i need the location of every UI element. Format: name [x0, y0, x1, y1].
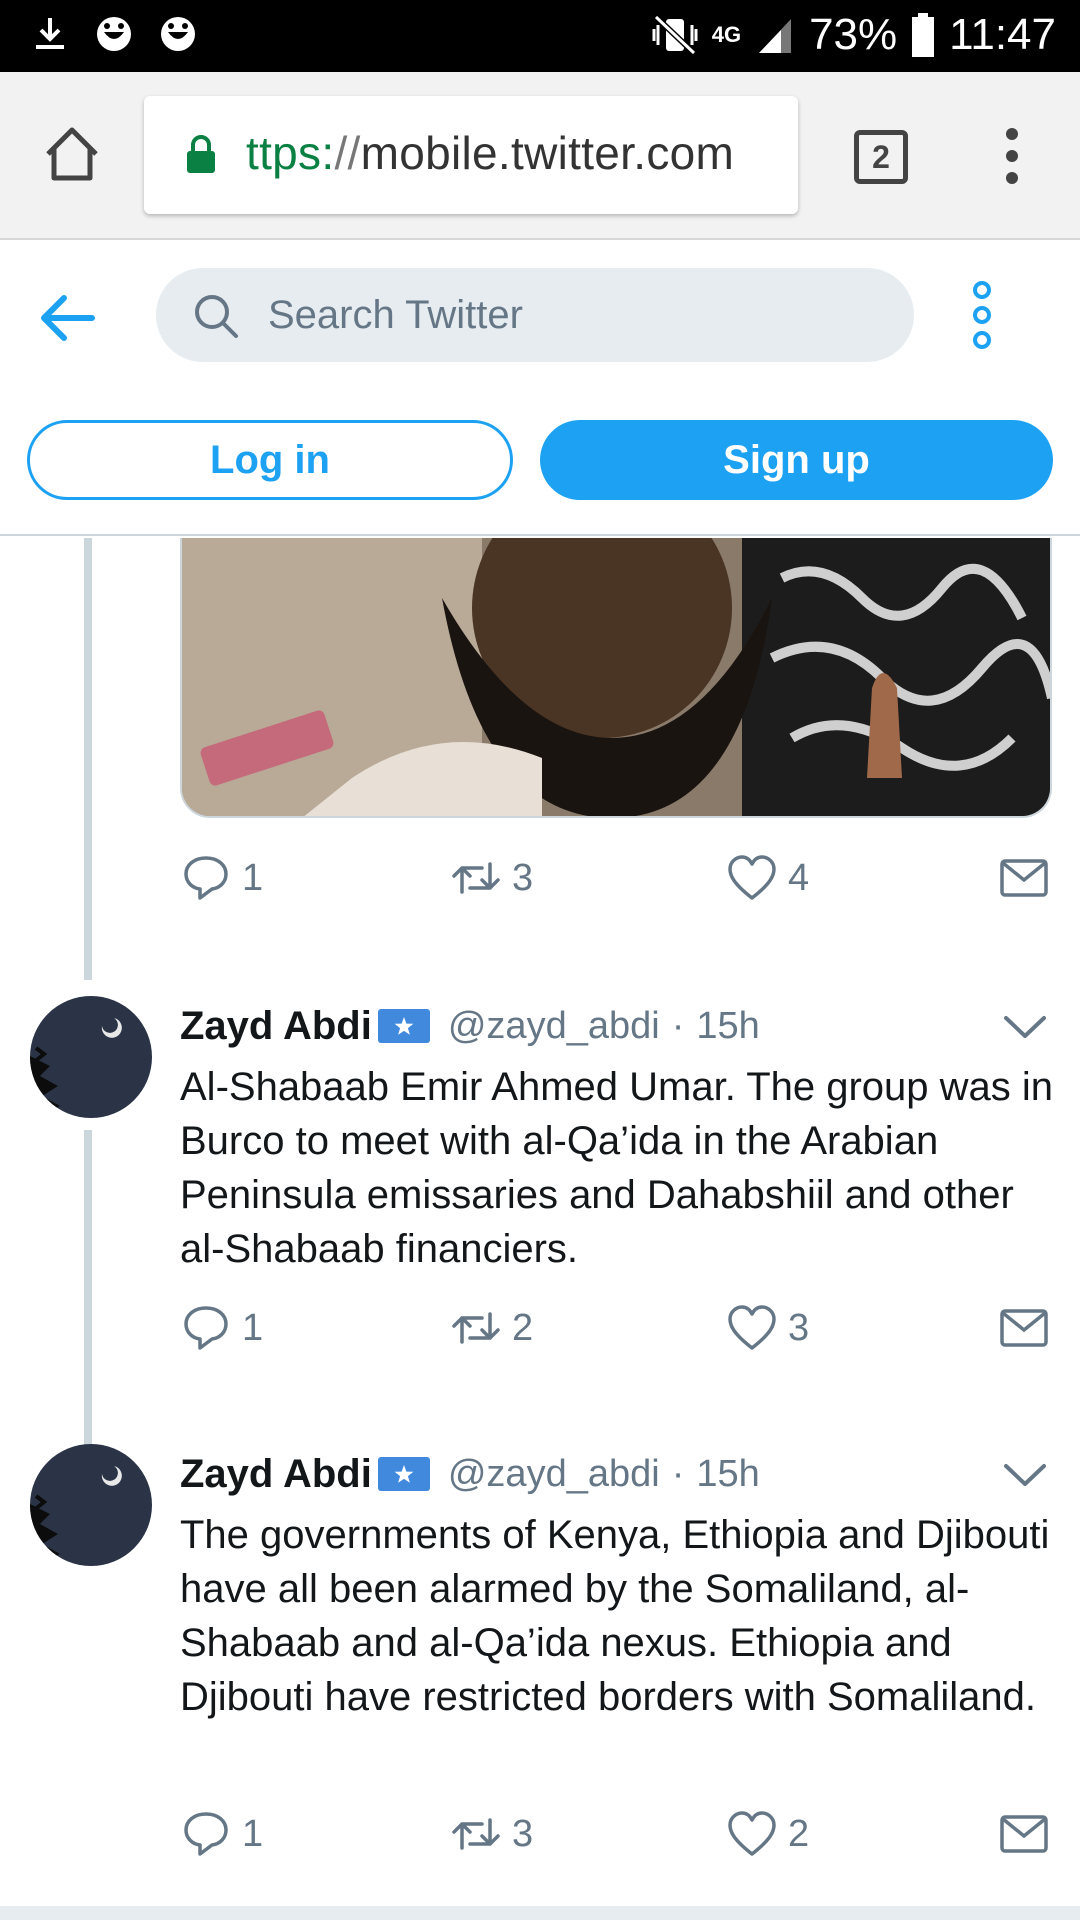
avatar[interactable]	[30, 996, 152, 1118]
tweet-header: Zayd Abdi @zayd_abdi · 15h	[180, 996, 760, 1056]
somalia-flag-icon	[377, 1457, 430, 1491]
tweet-media-image[interactable]	[180, 538, 1052, 818]
retweet-icon	[452, 1818, 500, 1850]
url-host: mobile.twitter.com	[360, 127, 735, 179]
timeline: 1 3 4 Zayd Abdi @zayd_abdi · 15h Al-Shab…	[0, 538, 1080, 1920]
envelope-icon	[1000, 859, 1048, 897]
reply-count: 1	[242, 1812, 264, 1855]
reply-icon	[184, 1812, 228, 1856]
chevron-down-icon[interactable]	[1000, 1010, 1050, 1044]
envelope-icon	[1000, 1815, 1048, 1853]
separator-dot: ·	[671, 1452, 685, 1495]
separator-dot: ·	[671, 1004, 685, 1047]
direct-message-button[interactable]	[998, 1300, 1050, 1356]
reply-count: 1	[242, 1306, 264, 1349]
display-name[interactable]: Zayd Abdi	[180, 1004, 372, 1049]
vibrate-mute-icon	[652, 14, 698, 56]
like-count: 2	[788, 1812, 810, 1855]
status-bar: 4G 73% 11:47	[0, 0, 1080, 72]
tweet-actions: 1 2 3	[180, 1300, 1052, 1356]
search-box[interactable]	[156, 268, 914, 362]
tweet-timestamp[interactable]: 15h	[696, 1453, 759, 1496]
direct-message-button[interactable]	[998, 1806, 1050, 1862]
address-bar[interactable]: ttps://mobile.twitter.com	[144, 96, 798, 214]
signal-icon	[759, 19, 792, 53]
direct-message-button[interactable]	[998, 850, 1050, 906]
lock-icon	[187, 135, 215, 173]
photo-placeholder	[182, 538, 1050, 816]
tweet-actions: 1 3 4	[180, 850, 1052, 906]
retweet-icon	[452, 1312, 500, 1344]
user-handle[interactable]: @zayd_abdi	[448, 1005, 660, 1048]
envelope-icon	[1000, 1309, 1048, 1347]
retweet-count: 3	[512, 856, 534, 899]
retweet-icon	[452, 862, 500, 894]
tweet[interactable]: Zayd Abdi @zayd_abdi · 15h The governmen…	[0, 1444, 1080, 1904]
home-icon[interactable]	[40, 122, 104, 186]
user-handle[interactable]: @zayd_abdi	[448, 1453, 660, 1496]
heart-icon	[728, 1305, 776, 1350]
url-separator: //	[334, 127, 361, 179]
reply-icon	[184, 1306, 228, 1350]
tweet[interactable]: Zayd Abdi @zayd_abdi · 15h Al-Shabaab Em…	[0, 996, 1080, 1396]
tweet-text: The governments of Kenya, Ethiopia and D…	[180, 1513, 1050, 1719]
battery-percent: 73%	[809, 10, 898, 59]
tweet-timestamp[interactable]: 15h	[696, 1005, 759, 1048]
smiley-notification-icon	[97, 17, 131, 51]
reply-button[interactable]: 1	[180, 1806, 263, 1862]
somalia-flag-icon	[377, 1009, 430, 1043]
retweet-count: 3	[512, 1812, 534, 1855]
url-text: ttps://mobile.twitter.com	[246, 126, 734, 180]
thread-connector	[84, 538, 92, 980]
display-name[interactable]: Zayd Abdi	[180, 1452, 372, 1497]
retweet-count: 2	[512, 1306, 534, 1349]
url-scheme: ttps:	[246, 127, 335, 179]
tweet-text: Al-Shabaab Emir Ahmed Umar. The group wa…	[180, 1065, 1054, 1271]
signup-button[interactable]: Sign up	[540, 420, 1053, 500]
avatar-image	[30, 996, 152, 1118]
back-arrow-icon[interactable]	[36, 288, 96, 348]
like-count: 4	[788, 856, 810, 899]
heart-icon	[728, 855, 776, 900]
retweet-button[interactable]: 3	[450, 1806, 533, 1862]
reply-icon	[184, 856, 228, 900]
retweet-button[interactable]: 3	[450, 850, 533, 906]
reply-button[interactable]: 1	[180, 850, 263, 906]
avatar-image	[30, 1444, 152, 1566]
reply-button[interactable]: 1	[180, 1300, 263, 1356]
browser-toolbar: ttps://mobile.twitter.com 2	[0, 72, 1080, 240]
login-button[interactable]: Log in	[27, 420, 513, 500]
timeline-divider	[0, 1906, 1080, 1920]
download-icon	[36, 18, 64, 49]
heart-icon	[728, 1811, 776, 1856]
like-count: 3	[788, 1306, 810, 1349]
tweet-header: Zayd Abdi @zayd_abdi · 15h	[180, 1444, 760, 1504]
battery-icon	[912, 13, 935, 57]
smiley-notification-icon-2	[161, 17, 195, 51]
like-button[interactable]: 3	[726, 1300, 809, 1356]
like-button[interactable]: 4	[726, 850, 809, 906]
chevron-down-icon[interactable]	[1000, 1458, 1050, 1492]
overflow-menu-icon[interactable]	[992, 124, 1032, 188]
retweet-button[interactable]: 2	[450, 1300, 533, 1356]
clock: 11:47	[949, 10, 1056, 59]
reply-count: 1	[242, 856, 264, 899]
tweet-actions: 1 3 2	[180, 1806, 1052, 1862]
tab-switcher-button[interactable]: 2	[854, 130, 908, 184]
more-options-icon[interactable]	[966, 280, 998, 350]
search-icon	[195, 295, 238, 338]
network-type: 4G	[711, 22, 742, 47]
avatar[interactable]	[30, 1444, 152, 1566]
like-button[interactable]: 2	[726, 1806, 809, 1862]
search-input[interactable]	[268, 286, 868, 344]
twitter-header: Log in Sign up	[0, 242, 1080, 536]
